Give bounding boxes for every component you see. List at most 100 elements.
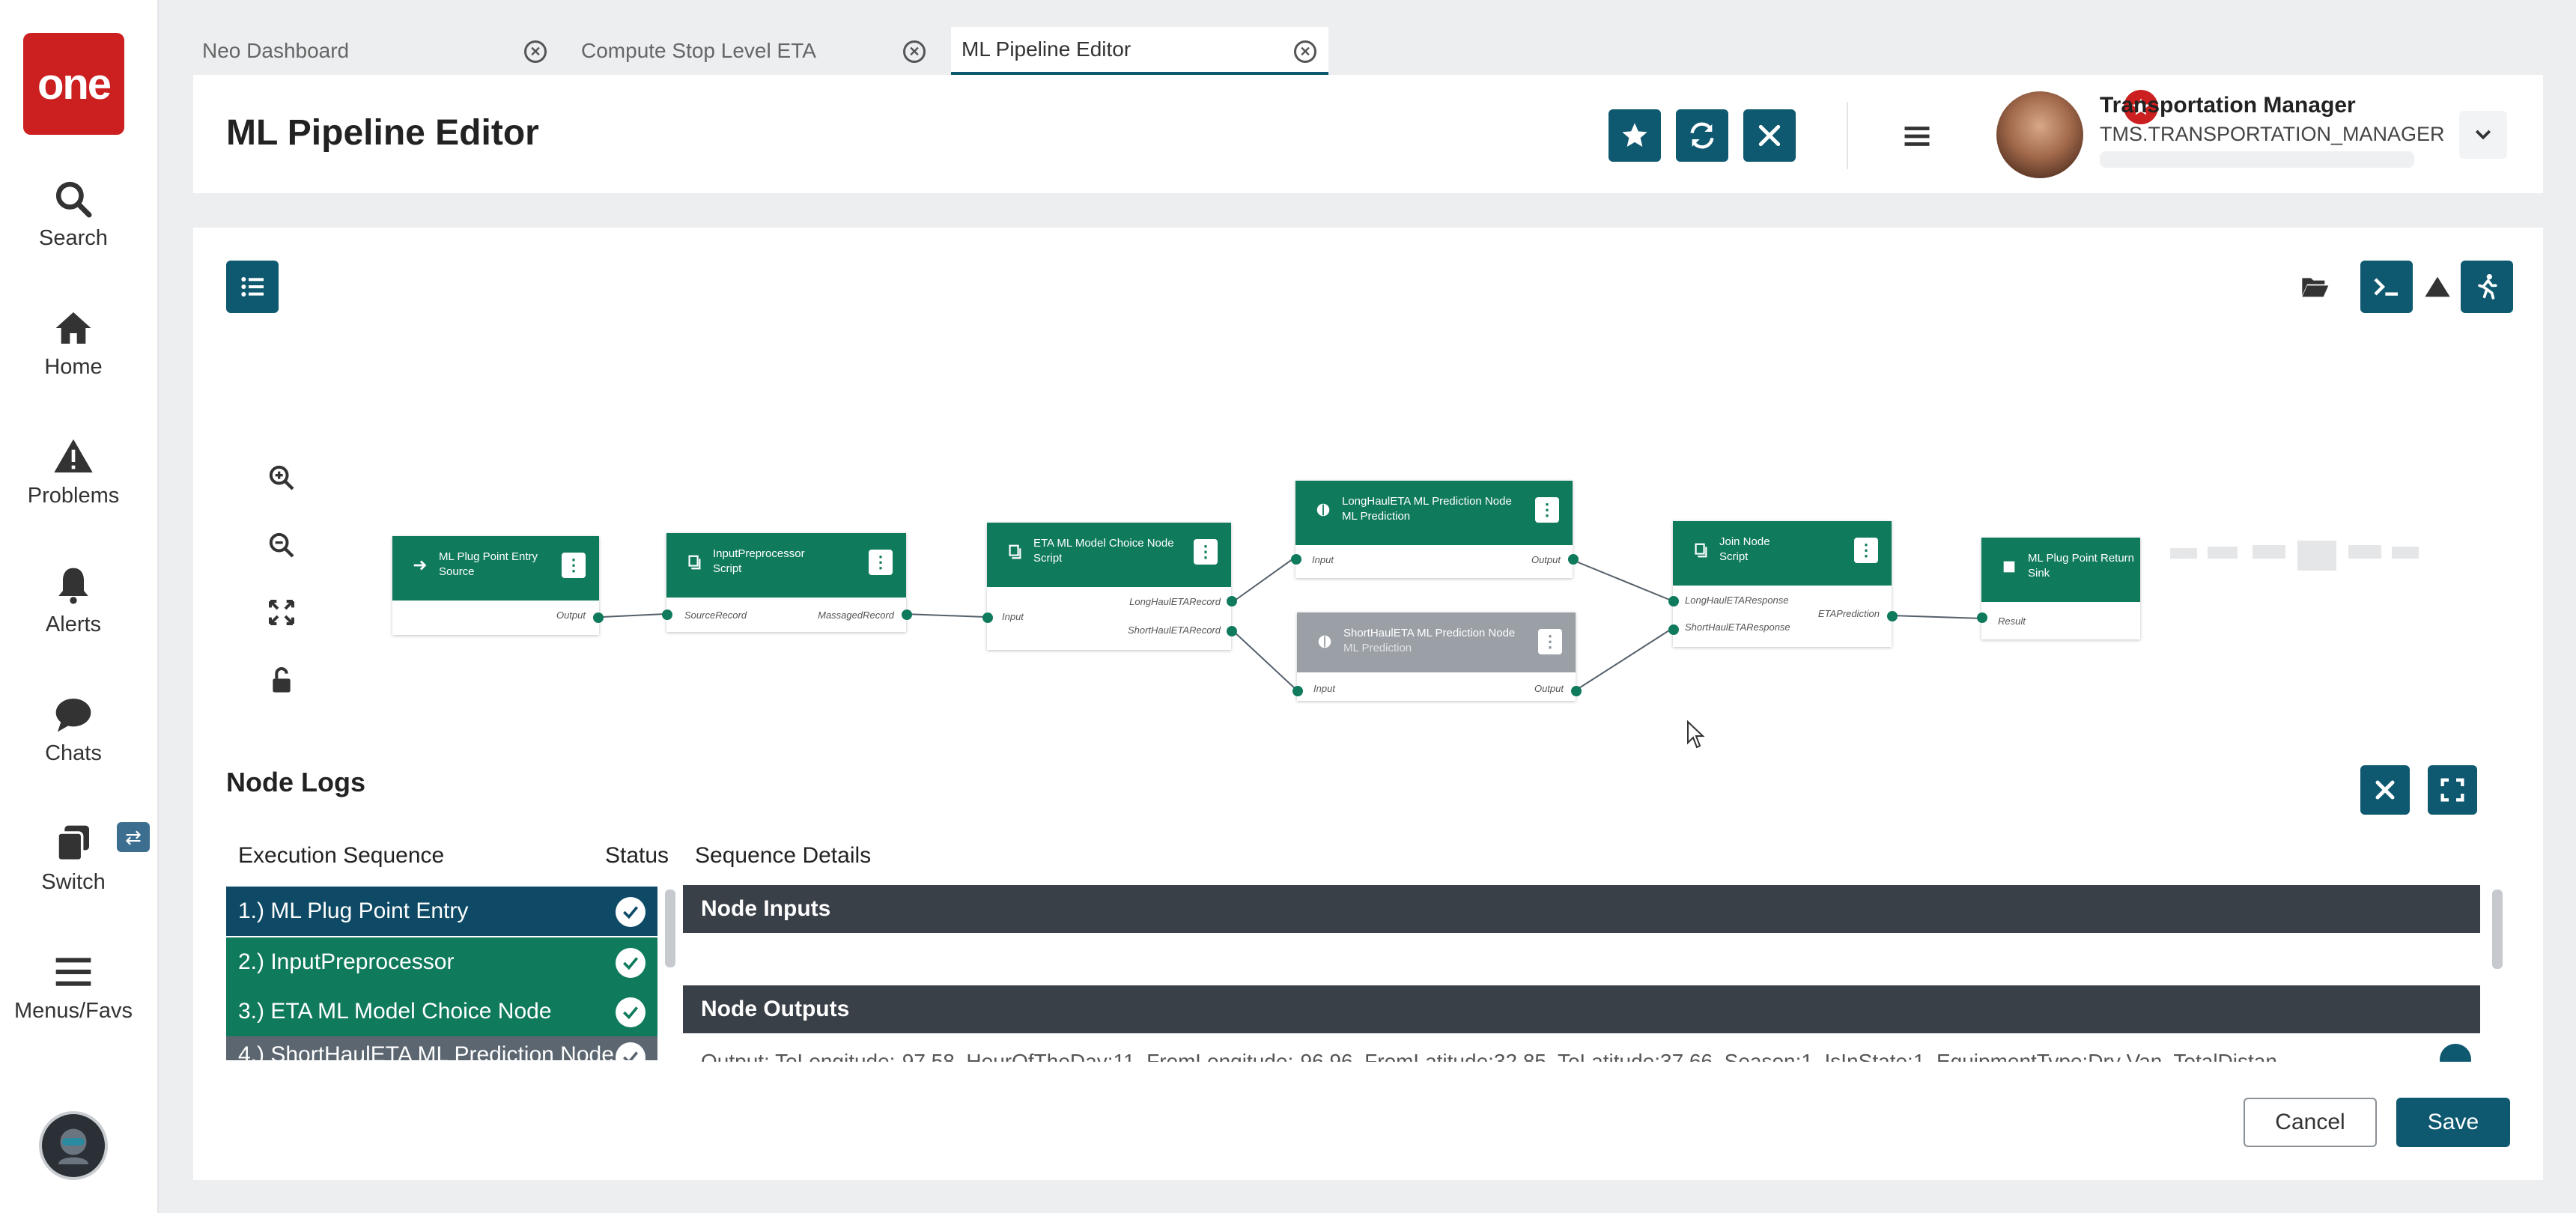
cancel-button[interactable]: Cancel	[2244, 1098, 2377, 1147]
user-name: Transportation Manager	[2100, 93, 2356, 118]
check-icon	[616, 1042, 645, 1060]
close-tab-icon[interactable]: ✕	[1294, 40, 1316, 63]
node-menu-button[interactable]: ⋮	[1535, 497, 1559, 523]
hamburger-icon	[1904, 127, 1930, 146]
port-input: Input	[1313, 683, 1335, 694]
switch-arrows-icon[interactable]: ⇄	[117, 822, 150, 852]
port-output: Output	[556, 609, 586, 621]
node-inputs-header[interactable]: Node Inputs	[683, 885, 2480, 933]
nav-menus-favs[interactable]: Menus/Favs	[0, 951, 147, 1024]
close-logs-button[interactable]	[2360, 765, 2410, 815]
expand-output-button[interactable]	[2440, 1044, 2471, 1062]
pipeline-node-shorthaul-prediction[interactable]: ShortHaulETA ML Prediction Node ML Predic…	[1297, 612, 1576, 701]
bell-icon	[58, 568, 88, 604]
pipeline-editor-panel: ML Plug Point Entry Source ⋮ Output Input…	[193, 228, 2543, 1180]
script-icon	[1009, 544, 1021, 559]
minimap-node	[2348, 545, 2381, 559]
close-tab-icon[interactable]: ✕	[524, 40, 547, 63]
nav-home[interactable]: Home	[0, 307, 147, 380]
assistant-avatar[interactable]	[39, 1111, 108, 1180]
node-title: ML Plug Point Return Sink	[2028, 551, 2134, 581]
pipeline-node-eta-model-choice[interactable]: ETA ML Model Choice Node Script ⋮ Input L…	[987, 523, 1231, 650]
pipeline-node-input-preprocessor[interactable]: InputPreprocessor Script ⋮ SourceRecord M…	[666, 533, 906, 632]
node-menu-button[interactable]: ⋮	[562, 553, 586, 578]
close-page-button[interactable]	[1743, 109, 1796, 162]
port-dot[interactable]	[1668, 624, 1679, 635]
menu-icon	[55, 958, 91, 986]
node-title: LongHaulETA ML Prediction Node ML Predict…	[1342, 494, 1512, 524]
minimap	[2170, 541, 2425, 571]
node-title-text: ML Plug Point Return	[2028, 552, 2135, 565]
port-dot[interactable]	[902, 609, 912, 620]
minimap-node	[2208, 547, 2238, 559]
expand-logs-button[interactable]	[2428, 765, 2477, 815]
pipeline-node-ml-plug-point-entry[interactable]: ML Plug Point Entry Source ⋮ Output	[392, 536, 599, 635]
page-title: ML Pipeline Editor	[226, 113, 539, 153]
nav-problems[interactable]: Problems	[0, 436, 147, 508]
script-icon	[688, 555, 701, 570]
header-menu-button[interactable]	[1901, 120, 1933, 153]
fullscreen-icon	[2440, 778, 2464, 802]
check-icon	[616, 897, 645, 927]
close-tab-icon[interactable]: ✕	[903, 40, 926, 63]
port-output: ShortHaulETARecord	[1127, 624, 1221, 636]
user-menu-dropdown[interactable]	[2459, 111, 2507, 159]
node-title: ML Plug Point Entry Source	[439, 550, 538, 580]
port-dot[interactable]	[1887, 611, 1898, 621]
chat-icon	[55, 699, 91, 732]
minimap-node	[2297, 541, 2336, 571]
details-scrollbar[interactable]	[2492, 890, 2503, 969]
minimap-node	[2253, 545, 2285, 559]
node-subtitle: ML Prediction	[1342, 510, 1411, 523]
pipeline-node-ml-plug-point-return[interactable]: ML Plug Point Return Sink Result	[1981, 538, 2140, 639]
sequence-row[interactable]: 2.) InputPreprocessor	[226, 937, 657, 987]
port-dot[interactable]	[593, 612, 604, 623]
tab-neo-dashboard[interactable]: Neo Dashboard ✕	[192, 27, 559, 75]
port-dot[interactable]	[1668, 596, 1679, 606]
refresh-icon	[1690, 122, 1714, 149]
port-dot[interactable]	[1227, 596, 1237, 606]
check-icon	[616, 997, 645, 1027]
pipeline-node-join[interactable]: Join Node Script ⋮ LongHaulETAResponse Sh…	[1673, 521, 1892, 647]
node-menu-button[interactable]: ⋮	[1538, 629, 1562, 654]
sequence-label: 1.) ML Plug Point Entry	[238, 899, 469, 923]
tab-compute-stop-level-eta[interactable]: Compute Stop Level ETA ✕	[571, 27, 938, 75]
refresh-button[interactable]	[1676, 109, 1728, 162]
node-title: InputPreprocessor Script	[713, 547, 805, 577]
node-menu-button[interactable]: ⋮	[869, 550, 893, 575]
pipeline-node-longhaul-prediction[interactable]: LongHaulETA ML Prediction Node ML Predict…	[1295, 481, 1573, 578]
port-dot[interactable]	[1568, 554, 1579, 565]
user-avatar[interactable]	[1996, 91, 2083, 178]
sequence-scrollbar[interactable]	[665, 890, 675, 967]
brain-icon	[1316, 503, 1330, 517]
node-menu-button[interactable]: ⋮	[1854, 538, 1878, 563]
node-menu-button[interactable]: ⋮	[1194, 539, 1218, 565]
node-title-text: LongHaulETA ML Prediction Node	[1342, 495, 1512, 508]
port-dot[interactable]	[1977, 612, 1987, 623]
port-dot[interactable]	[662, 609, 672, 620]
tab-ml-pipeline-editor[interactable]: ML Pipeline Editor ✕	[951, 27, 1328, 75]
favorite-button[interactable]	[1609, 109, 1661, 162]
node-outputs-header[interactable]: Node Outputs	[683, 985, 2480, 1033]
port-dot[interactable]	[1291, 554, 1301, 565]
sequence-row-selected[interactable]: 1.) ML Plug Point Entry	[226, 887, 657, 936]
column-status: Status	[605, 843, 669, 868]
node-subtitle: Script	[713, 562, 742, 575]
nav-search[interactable]: Search	[0, 178, 147, 251]
port-dot[interactable]	[982, 612, 993, 623]
node-title-text: ETA ML Model Choice Node	[1033, 537, 1174, 550]
port-dot[interactable]	[1227, 626, 1237, 636]
node-title-text: ML Plug Point Entry	[439, 550, 538, 563]
one-logo[interactable]: one	[23, 33, 124, 135]
nav-chats[interactable]: Chats	[0, 693, 147, 766]
port-dot[interactable]	[1292, 686, 1303, 696]
user-email-redacted	[2100, 151, 2414, 168]
node-title: Join Node Script	[1719, 535, 1770, 565]
port-output: Output	[1531, 554, 1561, 565]
save-button[interactable]: Save	[2396, 1098, 2510, 1147]
sequence-row[interactable]: 3.) ETA ML Model Choice Node	[226, 987, 657, 1036]
nav-alerts[interactable]: Alerts	[0, 565, 147, 637]
expand-output-icon	[2440, 1044, 2471, 1062]
sequence-row[interactable]: 4.) ShortHaulETA ML Prediction Node	[226, 1036, 657, 1060]
port-dot[interactable]	[1571, 686, 1582, 696]
